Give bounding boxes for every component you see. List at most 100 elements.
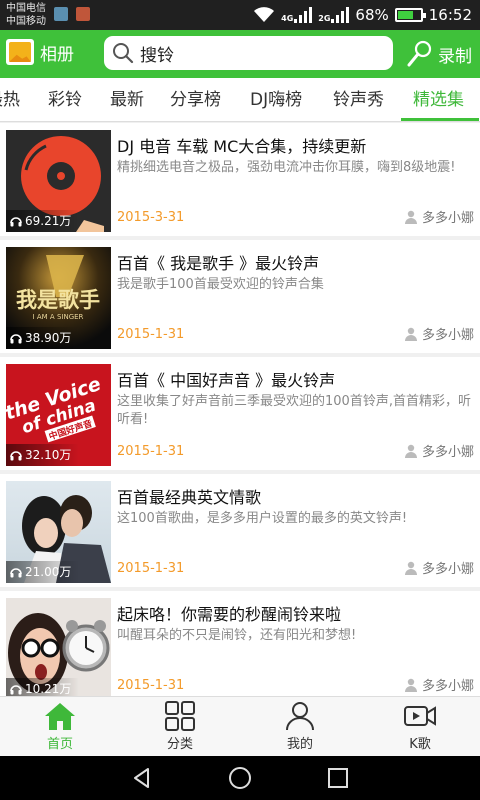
svg-text:I AM A SINGER: I AM A SINGER <box>33 313 84 321</box>
carrier-2: 中国移动 <box>6 16 46 27</box>
back-icon[interactable] <box>130 766 154 790</box>
carrier-info: 中国电信 中国移动 <box>6 2 46 28</box>
list-item[interactable]: the Voice of china 中国好声音 32.10万 百首《 中国好声… <box>0 357 480 470</box>
microphone-icon <box>407 40 432 67</box>
tab-hot[interactable]: 最热 <box>0 78 20 122</box>
item-description: 我是歌手100首最受欢迎的铃声合集 <box>117 277 324 292</box>
network-type-2: 2G <box>318 14 331 23</box>
nav-karaoke-label: K歌 <box>409 737 431 752</box>
user-icon <box>404 327 417 341</box>
tab-share-chart[interactable]: 分享榜 <box>170 78 221 122</box>
nav-category-label: 分类 <box>166 737 193 752</box>
play-count-value: 38.90万 <box>25 331 72 345</box>
item-title: 百首《 我是歌手 》最火铃声 <box>117 254 320 273</box>
nav-home-label: 首页 <box>46 737 73 752</box>
album-icon <box>6 39 34 65</box>
author-name: 多多小娜 <box>421 445 474 460</box>
play-count: 69.21万 <box>6 210 80 232</box>
headphones-icon <box>10 451 22 461</box>
headphones-icon <box>10 334 22 344</box>
author-name: 多多小娜 <box>421 328 474 343</box>
list-item[interactable]: 10.21万 起床咯！你需要的秒醒闹铃来啦 叫醒耳朵的不只是闹铃，还有阳光和梦想… <box>0 591 480 696</box>
item-description: 精挑细选电音之极品，强劲电流冲击你耳膜，嗨到8级地震! <box>117 160 456 175</box>
thumbnail-love-songs: 21.00万 <box>6 481 111 583</box>
battery-icon <box>394 8 426 22</box>
item-title: 起床咯！你需要的秒醒闹铃来啦 <box>117 605 342 624</box>
system-navigation-bar <box>0 756 480 800</box>
app-header: 相册 录制 <box>0 30 480 78</box>
clock: 16:52 <box>428 6 472 24</box>
signal-2: 2G <box>318 7 350 23</box>
tab-newest[interactable]: 最新 <box>110 78 144 122</box>
search-bar[interactable] <box>104 36 393 70</box>
thumbnail-singer: 我是歌手 I AM A SINGER 38.90万 <box>6 247 111 349</box>
item-description: 叫醒耳朵的不只是闹铃，还有阳光和梦想! <box>117 628 357 643</box>
nav-karaoke[interactable]: K歌 <box>360 701 480 752</box>
headphones-icon <box>10 685 22 695</box>
play-count: 38.90万 <box>6 327 80 349</box>
home-icon <box>45 703 75 730</box>
nav-category[interactable]: 分类 <box>120 701 240 752</box>
item-date: 2015-1-31 <box>117 678 185 693</box>
tab-ringback[interactable]: 彩铃 <box>48 78 82 122</box>
status-bar: 中国电信 中国移动 4G 2G 68% 16:52 <box>0 0 480 30</box>
signal-bars-1-icon <box>294 7 313 23</box>
app-notification-icon <box>76 7 90 21</box>
active-tab-indicator <box>401 118 479 121</box>
play-count-value: 32.10万 <box>25 448 72 462</box>
headphones-icon <box>10 568 22 578</box>
item-title: DJ 电音 车载 MC大合集，持续更新 <box>117 137 367 156</box>
headphones-icon <box>10 217 22 227</box>
list-item[interactable]: 21.00万 百首最经典英文情歌 这100首歌曲，是多多用户设置的最多的英文铃声… <box>0 474 480 587</box>
nav-mine[interactable]: 我的 <box>240 701 360 752</box>
nav-home[interactable]: 首页 <box>0 701 120 752</box>
nav-mine-label: 我的 <box>286 737 313 752</box>
network-type-1: 4G <box>281 14 294 23</box>
list-item[interactable]: 69.21万 DJ 电音 车载 MC大合集，持续更新 精挑细选电音之极品，强劲电… <box>0 123 480 236</box>
bottom-navigation: 首页 分类 我的 K歌 <box>0 696 480 756</box>
thumbnail-dj: 69.21万 <box>6 130 111 232</box>
item-author: 多多小娜 <box>404 324 474 343</box>
play-count: 32.10万 <box>6 444 80 466</box>
item-date: 2015-3-31 <box>117 210 185 225</box>
tab-ringtone-show[interactable]: 铃声秀 <box>333 78 384 122</box>
item-author: 多多小娜 <box>404 207 474 226</box>
item-title: 百首《 中国好声音 》最火铃声 <box>117 371 336 390</box>
user-icon <box>404 561 417 575</box>
play-count-value: 21.00万 <box>25 565 72 579</box>
item-author: 多多小娜 <box>404 558 474 577</box>
item-description: 这100首歌曲，是多多用户设置的最多的英文铃声! <box>117 511 408 526</box>
category-tabs: 最热 彩铃 最新 分享榜 DJ嗨榜 铃声秀 精选集 <box>0 78 480 122</box>
carrier-1: 中国电信 <box>6 3 46 14</box>
thumbnail-alarm: 10.21万 <box>6 598 111 696</box>
search-input[interactable] <box>140 43 370 63</box>
author-name: 多多小娜 <box>421 211 474 226</box>
play-count: 10.21万 <box>6 678 80 696</box>
user-icon <box>404 678 417 692</box>
signal-bars-2-icon <box>331 7 350 23</box>
status-right: 4G 2G 68% 16:52 <box>253 0 472 30</box>
author-name: 多多小娜 <box>421 562 474 577</box>
search-icon <box>113 43 134 64</box>
tab-collections[interactable]: 精选集 <box>413 78 464 122</box>
item-date: 2015-1-31 <box>117 561 185 576</box>
record-button[interactable]: 录制 <box>406 40 472 68</box>
grid-icon <box>165 701 195 731</box>
svg-text:我是歌手: 我是歌手 <box>16 288 100 312</box>
user-icon <box>404 210 417 224</box>
play-count-value: 69.21万 <box>25 214 72 228</box>
signal-1: 4G <box>281 7 313 23</box>
user-profile-icon <box>286 702 314 731</box>
item-date: 2015-1-31 <box>117 444 185 459</box>
home-circle-icon[interactable] <box>228 766 252 790</box>
list-item[interactable]: 我是歌手 I AM A SINGER 38.90万 百首《 我是歌手 》最火铃声… <box>0 240 480 353</box>
thumbnail-voice-of-china: the Voice of china 中国好声音 32.10万 <box>6 364 111 466</box>
album-button[interactable]: 相册 <box>6 39 74 65</box>
album-label: 相册 <box>40 44 74 65</box>
item-date: 2015-1-31 <box>117 327 185 342</box>
recent-apps-icon[interactable] <box>326 766 350 790</box>
item-author: 多多小娜 <box>404 441 474 460</box>
tab-dj-chart[interactable]: DJ嗨榜 <box>250 78 302 122</box>
play-count-value: 10.21万 <box>25 682 72 696</box>
wifi-icon <box>254 7 275 22</box>
